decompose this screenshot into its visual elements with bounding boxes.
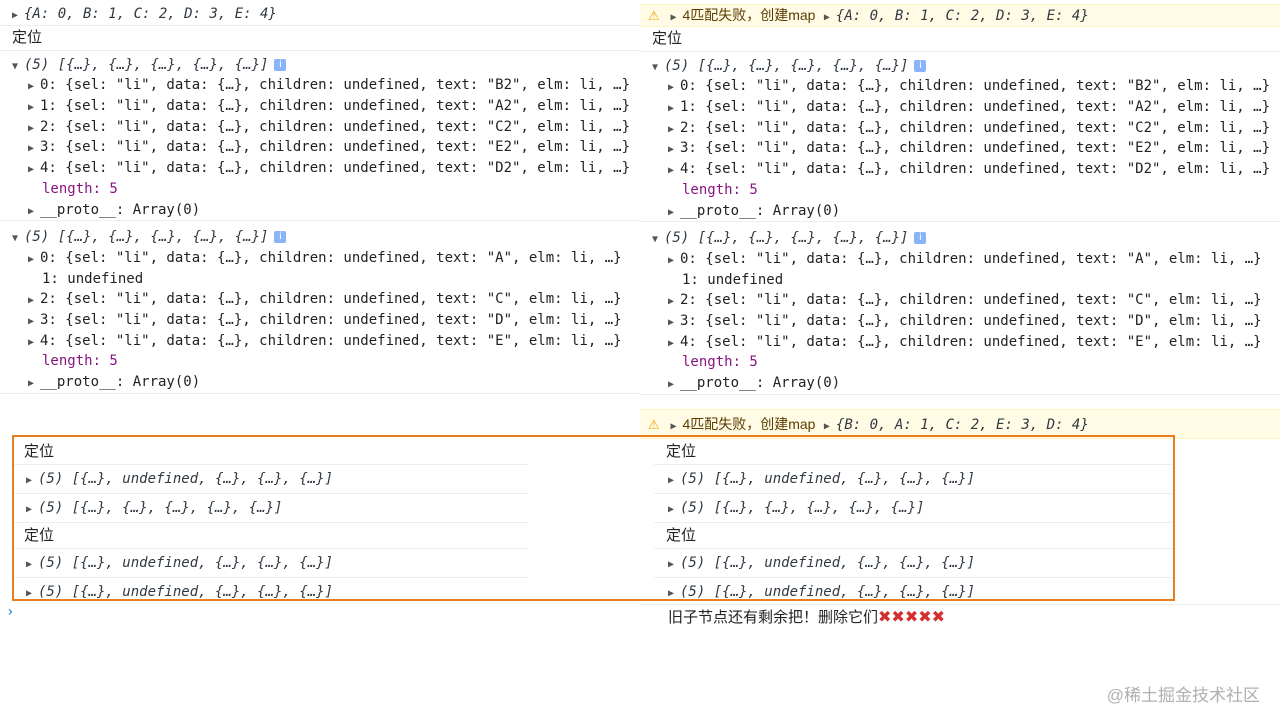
expand-arrow-icon[interactable]: ▶ (668, 120, 680, 141)
log-label-locate: 定位 (654, 523, 1174, 549)
array-item[interactable]: ▶ 2: {sel: "li", data: {…}, children: und… (640, 118, 1280, 139)
warning-message[interactable]: ⚠ ▶ 4匹配失败，创建map ▶ {A: 0, B: 1, C: 2, D: 3,… (640, 4, 1280, 27)
expand-arrow-icon[interactable]: ▶ (12, 6, 24, 27)
array-item[interactable]: ▶ 0: {sel: "li", data: {…}, children: und… (640, 249, 1280, 270)
array-item[interactable]: ▶ 0: {sel: "li", data: {…}, children: und… (640, 76, 1280, 97)
expand-arrow-icon[interactable]: ▶ (668, 292, 680, 313)
array-item-undefined: 1: undefined (42, 270, 144, 287)
collapse-arrow-icon[interactable]: ▼ (652, 58, 664, 79)
array-item[interactable]: ▶ 4: {sel: "li", data: {…}, children: und… (0, 331, 640, 352)
expand-arrow-icon[interactable]: ▶ (670, 8, 682, 29)
log-label-locate: 定位 (0, 26, 640, 51)
collapsed-array[interactable]: ▶ (5) [{…}, undefined, {…}, {…}, {…}] (12, 578, 528, 606)
expand-arrow-icon[interactable]: ▶ (28, 312, 40, 333)
array-header[interactable]: ▼ (5) [{…}, {…}, {…}, {…}, {…}] i (640, 228, 1280, 249)
array-item[interactable]: ▶ 1: {sel: "li", data: {…}, children: und… (0, 96, 640, 117)
expand-arrow-icon[interactable]: ▶ (668, 78, 680, 99)
array-item[interactable]: ▶ 3: {sel: "li", data: {…}, children: und… (0, 137, 640, 158)
cross-mark-icon: ✖✖✖✖✖ (878, 607, 946, 626)
expand-arrow-icon[interactable]: ▶ (668, 203, 680, 224)
expand-arrow-icon[interactable]: ▶ (668, 551, 680, 579)
array-length: length: 5 (42, 180, 118, 197)
console-prompt-icon[interactable]: › (6, 604, 14, 620)
collapsed-array[interactable]: ▶ (5) [{…}, {…}, {…}, {…}, {…}] (654, 494, 1174, 523)
expand-arrow-icon[interactable]: ▶ (670, 413, 682, 441)
warning-message[interactable]: ⚠ ▶ 4匹配失败，创建map ▶ {B: 0, A: 1, C: 2, E: 3,… (640, 409, 1280, 439)
expand-arrow-icon[interactable]: ▶ (668, 251, 680, 272)
array-item[interactable]: ▶ 3: {sel: "li", data: {…}, children: und… (640, 138, 1280, 159)
expand-arrow-icon[interactable]: ▶ (668, 334, 680, 355)
console-pane-left: ▶ {A: 0, B: 1, C: 2, D: 3, E: 4} 定位 ▼ (5) … (0, 0, 640, 720)
expand-arrow-icon[interactable]: ▶ (28, 77, 40, 98)
array-header[interactable]: ▼ (5) [{…}, {…}, {…}, {…}, {…}] i (640, 56, 1280, 77)
array-length: length: 5 (42, 353, 118, 370)
collapsed-array[interactable]: ▶ (5) [{…}, undefined, {…}, {…}, {…}] (654, 578, 1174, 606)
info-icon: i (914, 232, 927, 245)
collapsed-array[interactable]: ▶ (5) [{…}, undefined, {…}, {…}, {…}] (12, 549, 528, 578)
array-item[interactable]: ▶ 4: {sel: "li", data: {…}, children: und… (0, 158, 640, 179)
array-header[interactable]: ▼ (5) [{…}, {…}, {…}, {…}, {…}] i (0, 227, 640, 248)
expand-arrow-icon[interactable]: ▶ (28, 98, 40, 119)
expand-arrow-icon[interactable]: ▶ (26, 496, 38, 524)
info-icon: i (274, 58, 287, 71)
log-label-locate: 定位 (640, 27, 1280, 52)
info-icon: i (274, 231, 287, 244)
array-length: length: 5 (682, 354, 758, 371)
collapse-arrow-icon[interactable]: ▼ (652, 230, 664, 251)
warning-icon: ⚠ (648, 418, 660, 433)
array-item[interactable]: ▶ 0: {sel: "li", data: {…}, children: und… (0, 248, 640, 269)
array-item[interactable]: ▶ 0: {sel: "li", data: {…}, children: und… (0, 75, 640, 96)
expand-arrow-icon[interactable]: ▶ (28, 202, 40, 223)
array-item[interactable]: ▶ 3: {sel: "li", data: {…}, children: und… (640, 311, 1280, 332)
expand-arrow-icon[interactable]: ▶ (28, 333, 40, 354)
array-item-undefined: 1: undefined (682, 271, 784, 288)
expand-arrow-icon[interactable]: ▶ (668, 140, 680, 161)
array-proto[interactable]: ▶ __proto__: Array(0) (640, 373, 1280, 395)
expand-arrow-icon[interactable]: ▶ (824, 8, 836, 29)
array-proto[interactable]: ▶ __proto__: Array(0) (0, 372, 640, 394)
expand-arrow-icon[interactable]: ▶ (668, 496, 680, 524)
expand-arrow-icon[interactable]: ▶ (26, 580, 38, 608)
final-log-message: 旧子节点还有剩余把！删除它们✖✖✖✖✖ (668, 607, 946, 626)
expand-arrow-icon[interactable]: ▶ (28, 374, 40, 395)
array-length: length: 5 (682, 181, 758, 198)
collapsed-array[interactable]: ▶ (5) [{…}, undefined, {…}, {…}, {…}] (654, 549, 1174, 578)
array-header[interactable]: ▼ (5) [{…}, {…}, {…}, {…}, {…}] i (0, 55, 640, 76)
expand-arrow-icon[interactable]: ▶ (28, 291, 40, 312)
array-item[interactable]: ▶ 4: {sel: "li", data: {…}, children: und… (640, 332, 1280, 353)
expand-arrow-icon[interactable]: ▶ (28, 250, 40, 271)
array-proto[interactable]: ▶ __proto__: Array(0) (0, 200, 640, 222)
collapsed-array[interactable]: ▶ (5) [{…}, undefined, {…}, {…}, {…}] (12, 465, 528, 494)
expand-arrow-icon[interactable]: ▶ (668, 467, 680, 495)
array-item[interactable]: ▶ 2: {sel: "li", data: {…}, children: und… (0, 289, 640, 310)
collapsed-array[interactable]: ▶ (5) [{…}, undefined, {…}, {…}, {…}] (654, 465, 1174, 494)
collapse-arrow-icon[interactable]: ▼ (12, 229, 24, 250)
log-label-locate: 定位 (12, 523, 528, 549)
array-proto[interactable]: ▶ __proto__: Array(0) (640, 201, 1280, 223)
log-label-locate: 定位 (654, 439, 1174, 465)
expand-arrow-icon[interactable]: ▶ (26, 467, 38, 495)
log-label-locate: 定位 (12, 439, 528, 465)
console-object-map[interactable]: ▶ {A: 0, B: 1, C: 2, D: 3, E: 4} (0, 4, 640, 26)
expand-arrow-icon[interactable]: ▶ (668, 313, 680, 334)
expand-arrow-icon[interactable]: ▶ (668, 161, 680, 182)
expand-arrow-icon[interactable]: ▶ (28, 160, 40, 181)
console-pane-right: ⚠ ▶ 4匹配失败，创建map ▶ {A: 0, B: 1, C: 2, D: 3,… (640, 0, 1280, 720)
expand-arrow-icon[interactable]: ▶ (28, 119, 40, 140)
collapsed-array[interactable]: ▶ (5) [{…}, {…}, {…}, {…}, {…}] (12, 494, 528, 523)
watermark: @稀土掘金技术社区 (1106, 686, 1260, 705)
expand-arrow-icon[interactable]: ▶ (28, 139, 40, 160)
expand-arrow-icon[interactable]: ▶ (824, 413, 836, 441)
array-item[interactable]: ▶ 2: {sel: "li", data: {…}, children: und… (0, 117, 640, 138)
warning-icon: ⚠ (648, 9, 660, 24)
collapse-arrow-icon[interactable]: ▼ (12, 57, 24, 78)
expand-arrow-icon[interactable]: ▶ (668, 375, 680, 396)
array-item[interactable]: ▶ 3: {sel: "li", data: {…}, children: und… (0, 310, 640, 331)
array-item[interactable]: ▶ 2: {sel: "li", data: {…}, children: und… (640, 290, 1280, 311)
expand-arrow-icon[interactable]: ▶ (668, 99, 680, 120)
info-icon: i (914, 59, 927, 72)
array-item[interactable]: ▶ 1: {sel: "li", data: {…}, children: und… (640, 97, 1280, 118)
array-item[interactable]: ▶ 4: {sel: "li", data: {…}, children: und… (640, 159, 1280, 180)
expand-arrow-icon[interactable]: ▶ (26, 551, 38, 579)
